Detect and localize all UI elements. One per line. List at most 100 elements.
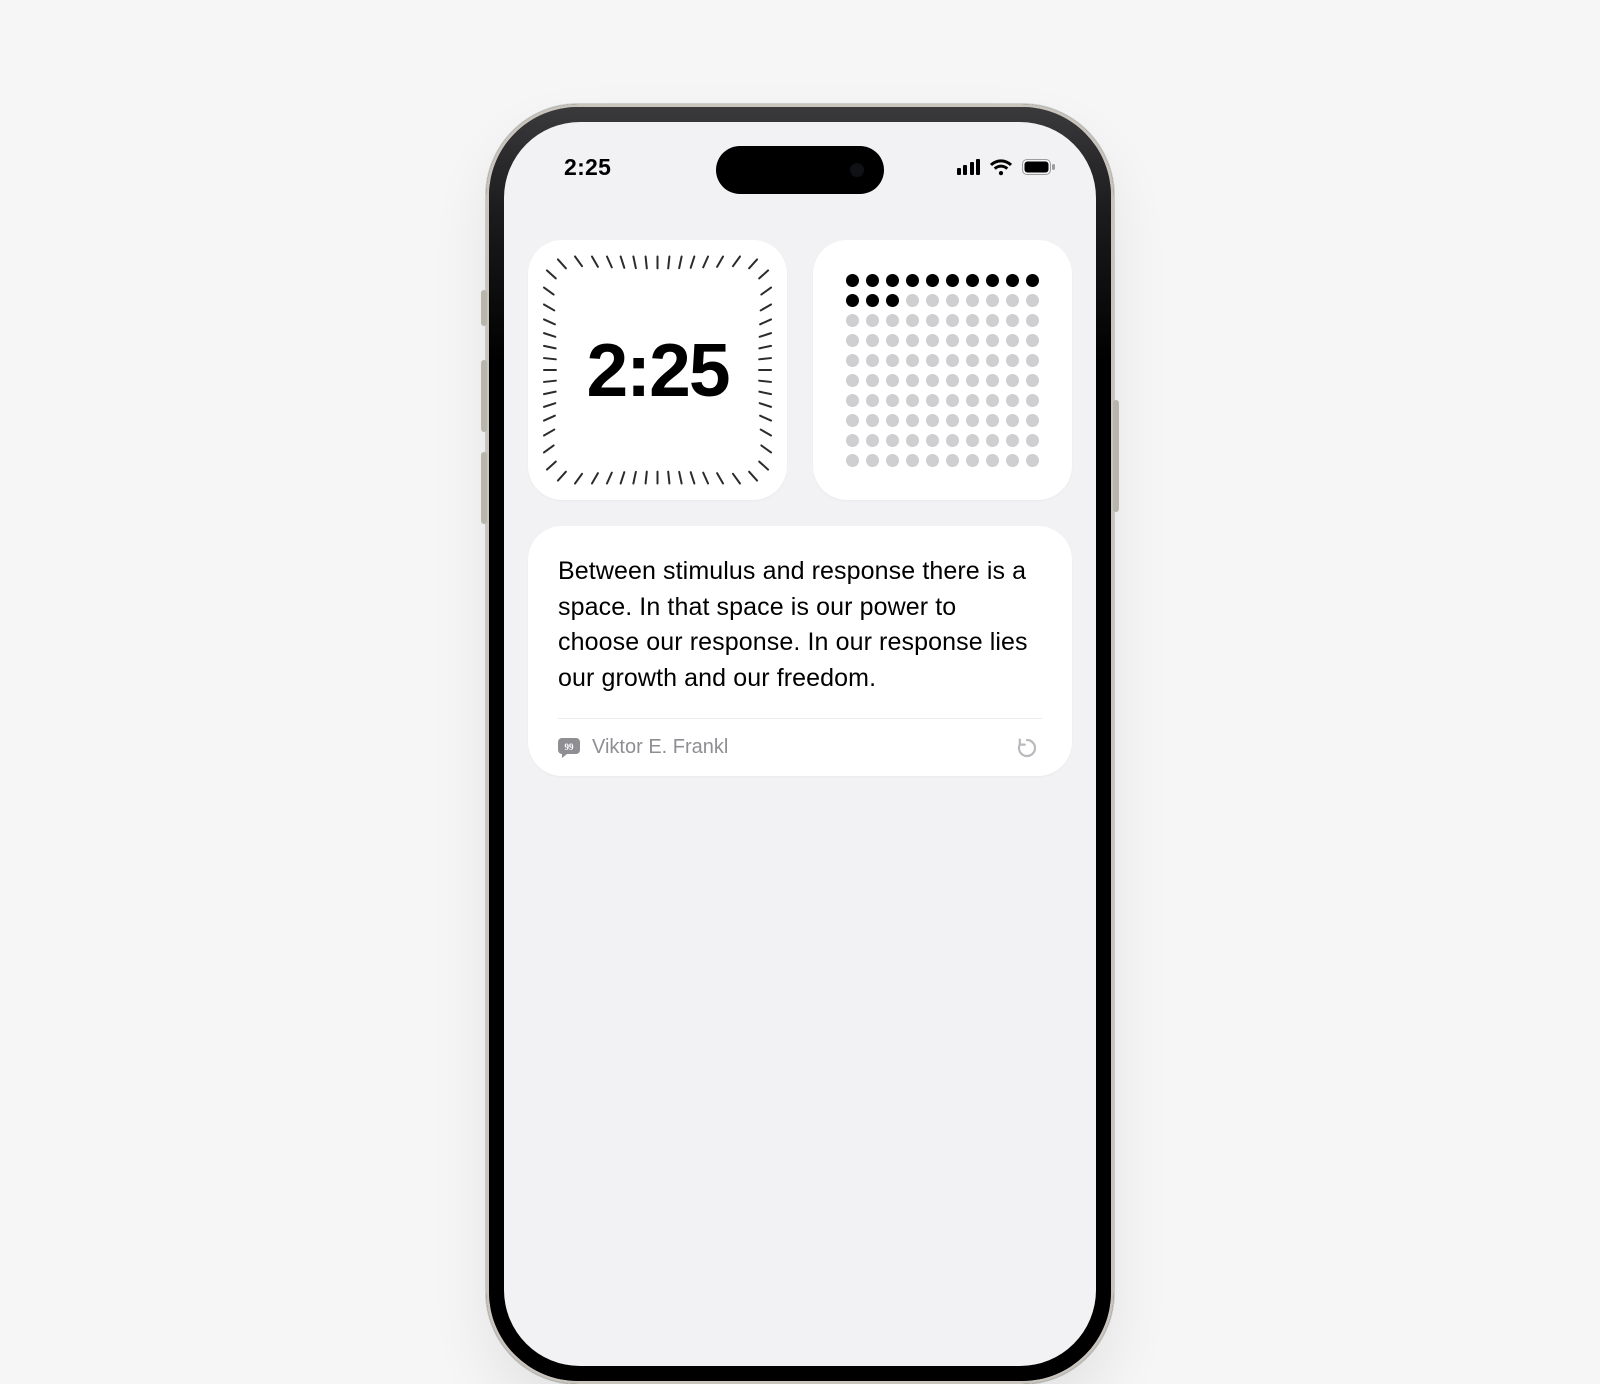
- progress-dot: [986, 414, 999, 427]
- progress-dot: [946, 334, 959, 347]
- progress-dot: [1026, 354, 1039, 367]
- progress-dot: [946, 454, 959, 467]
- progress-dot: [946, 414, 959, 427]
- status-bar: 2:25: [504, 122, 1096, 212]
- progress-dot: [1006, 294, 1019, 307]
- progress-dot: [986, 394, 999, 407]
- progress-dot: [946, 274, 959, 287]
- volume-down-button[interactable]: [481, 452, 487, 524]
- progress-dot: [1026, 334, 1039, 347]
- progress-dot: [886, 374, 899, 387]
- progress-dot: [946, 394, 959, 407]
- progress-dot: [966, 434, 979, 447]
- progress-dot: [866, 314, 879, 327]
- progress-dot: [926, 354, 939, 367]
- progress-dot: [1006, 274, 1019, 287]
- progress-dot: [846, 374, 859, 387]
- progress-dot: [966, 354, 979, 367]
- progress-dot: [1026, 274, 1039, 287]
- progress-dot: [906, 454, 919, 467]
- progress-dot: [986, 334, 999, 347]
- cellular-signal-icon: [957, 159, 981, 175]
- progress-dot: [926, 454, 939, 467]
- progress-dot: [906, 274, 919, 287]
- progress-dot: [966, 334, 979, 347]
- progress-dot: [986, 454, 999, 467]
- progress-dot: [906, 294, 919, 307]
- progress-dot: [1006, 354, 1019, 367]
- progress-dot: [946, 354, 959, 367]
- progress-dot: [1026, 394, 1039, 407]
- progress-dot: [1006, 314, 1019, 327]
- progress-dot: [886, 274, 899, 287]
- progress-dot: [1006, 334, 1019, 347]
- progress-dot: [906, 434, 919, 447]
- progress-dot: [906, 334, 919, 347]
- progress-dot: [1026, 374, 1039, 387]
- progress-dot: [926, 434, 939, 447]
- quote-author: Viktor E. Frankl: [592, 736, 1004, 759]
- progress-dot: [946, 434, 959, 447]
- progress-dot: [966, 374, 979, 387]
- progress-dot: [866, 354, 879, 367]
- dot-grid: [846, 274, 1039, 467]
- refresh-icon[interactable]: [1016, 737, 1038, 759]
- progress-dot: [886, 354, 899, 367]
- progress-dot: [846, 274, 859, 287]
- progress-dot: [986, 434, 999, 447]
- progress-dot: [966, 274, 979, 287]
- progress-dot: [966, 394, 979, 407]
- progress-dot: [846, 314, 859, 327]
- progress-dot: [866, 454, 879, 467]
- progress-dot: [846, 354, 859, 367]
- progress-dot: [986, 374, 999, 387]
- progress-dot: [866, 294, 879, 307]
- progress-dot: [886, 414, 899, 427]
- home-screen: 2:25 Between stimulus and response there…: [504, 240, 1096, 776]
- progress-dot: [926, 414, 939, 427]
- progress-dot: [906, 314, 919, 327]
- progress-dot: [946, 374, 959, 387]
- progress-dot: [1006, 454, 1019, 467]
- progress-dot: [946, 314, 959, 327]
- progress-dot: [866, 334, 879, 347]
- progress-dot: [886, 394, 899, 407]
- quote-bubble-icon: 99: [558, 738, 580, 758]
- progress-dot: [846, 454, 859, 467]
- progress-dot: [906, 394, 919, 407]
- quote-widget[interactable]: Between stimulus and response there is a…: [528, 526, 1072, 776]
- progress-dot: [1006, 394, 1019, 407]
- progress-dot: [886, 334, 899, 347]
- dot-grid-widget[interactable]: [813, 240, 1072, 500]
- progress-dot: [1026, 314, 1039, 327]
- progress-dot: [926, 294, 939, 307]
- status-time: 2:25: [564, 154, 611, 181]
- progress-dot: [1006, 374, 1019, 387]
- power-button[interactable]: [1113, 400, 1119, 512]
- progress-dot: [1026, 454, 1039, 467]
- progress-dot: [986, 274, 999, 287]
- progress-dot: [966, 294, 979, 307]
- progress-dot: [866, 394, 879, 407]
- clock-widget[interactable]: 2:25: [528, 240, 787, 500]
- progress-dot: [966, 414, 979, 427]
- progress-dot: [926, 274, 939, 287]
- progress-dot: [886, 314, 899, 327]
- progress-dot: [846, 334, 859, 347]
- volume-up-button[interactable]: [481, 360, 487, 432]
- progress-dot: [1026, 414, 1039, 427]
- progress-dot: [906, 374, 919, 387]
- progress-dot: [1026, 294, 1039, 307]
- quote-text: Between stimulus and response there is a…: [558, 554, 1042, 696]
- wifi-icon: [989, 158, 1013, 176]
- mute-switch[interactable]: [481, 290, 487, 326]
- progress-dot: [866, 414, 879, 427]
- clock-time: 2:25: [528, 240, 787, 500]
- progress-dot: [1026, 434, 1039, 447]
- progress-dot: [886, 454, 899, 467]
- progress-dot: [866, 374, 879, 387]
- progress-dot: [926, 314, 939, 327]
- phone-frame: 2:25: [486, 104, 1114, 1384]
- progress-dot: [966, 454, 979, 467]
- progress-dot: [1006, 414, 1019, 427]
